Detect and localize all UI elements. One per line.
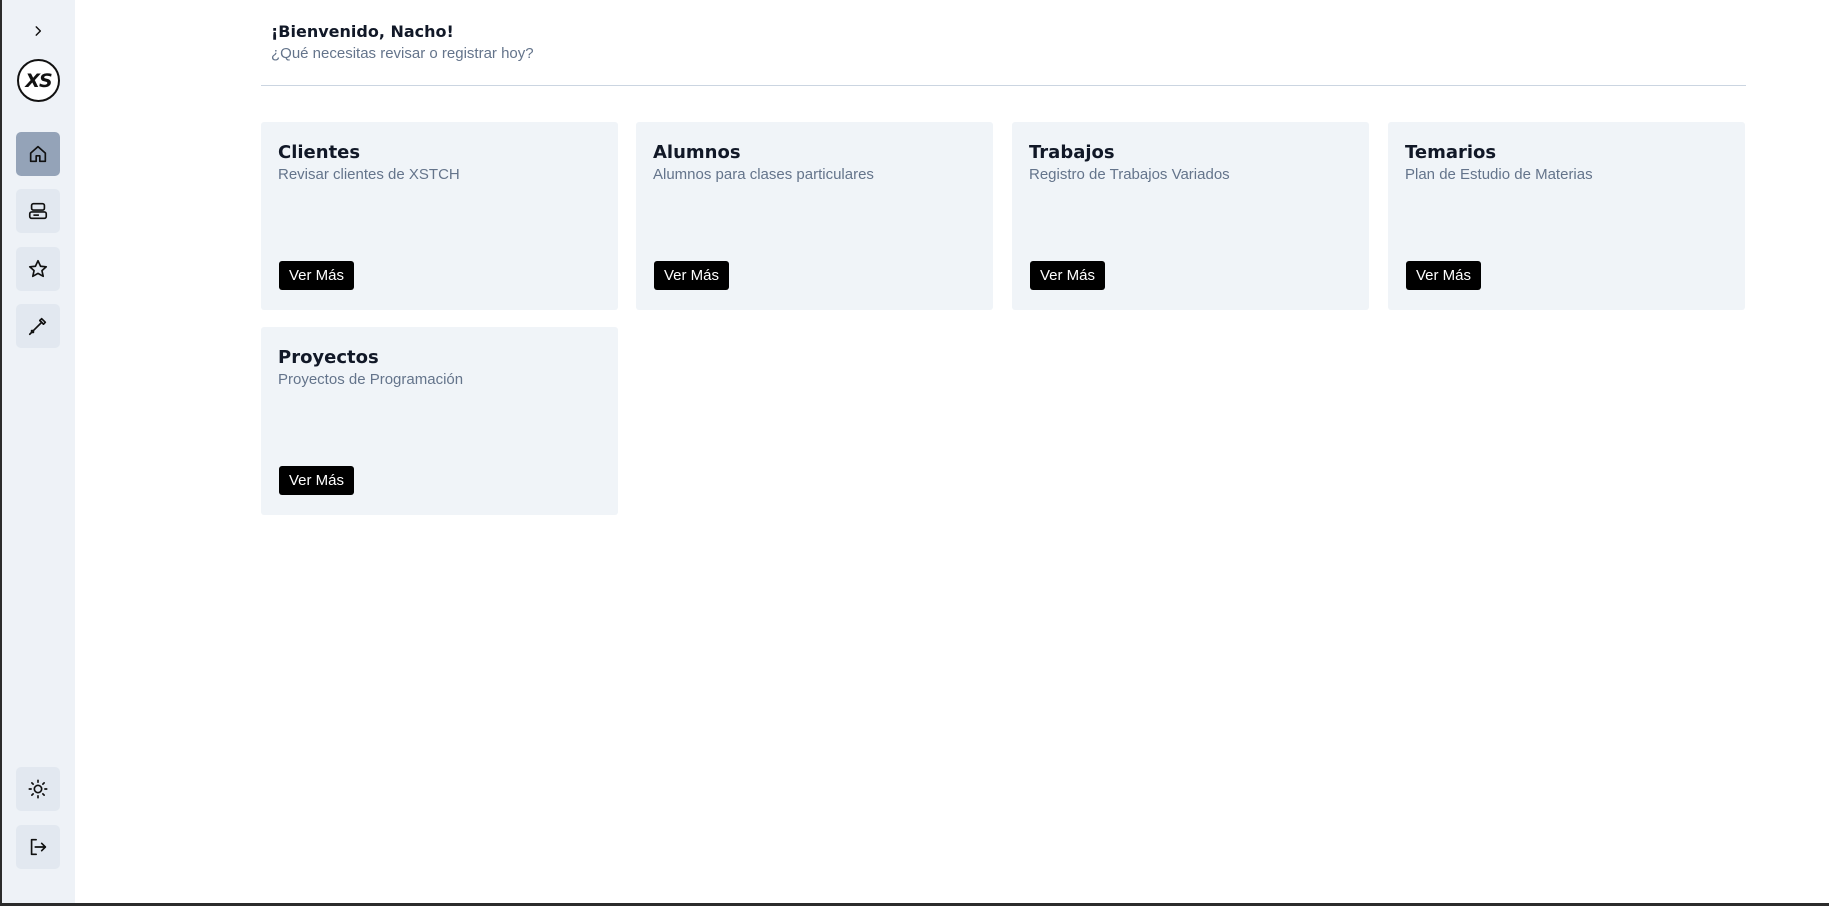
sun-icon (28, 779, 48, 799)
ver-mas-trabajos-button[interactable]: Ver Más (1030, 261, 1106, 290)
expand-sidebar-button[interactable] (26, 19, 50, 43)
server-icon (28, 202, 48, 220)
card-description: Revisar clientes de XSTCH (278, 166, 460, 183)
eyedropper-icon (28, 317, 47, 336)
card-proyectos: Proyectos Proyectos de Programación Ver … (261, 327, 618, 515)
welcome-header: ¡Bienvenido, Nacho! ¿Qué necesitas revis… (271, 22, 534, 62)
card-description: Proyectos de Programación (278, 371, 464, 388)
card-description: Plan de Estudio de Materias (1405, 166, 1593, 183)
welcome-subtitle: ¿Qué necesitas revisar o registrar hoy? (271, 45, 534, 62)
card-temarios: Temarios Plan de Estudio de Materias Ver… (1388, 122, 1745, 310)
logout-icon (30, 838, 47, 856)
star-icon (28, 259, 48, 278)
header-divider (261, 85, 1746, 86)
card-title: Temarios (1405, 142, 1497, 163)
ver-mas-alumnos-button[interactable]: Ver Más (654, 261, 730, 290)
card-description: Alumnos para clases particulares (653, 166, 874, 183)
home-icon (29, 145, 47, 163)
card-title: Trabajos (1029, 142, 1115, 163)
nav-favorites-button[interactable] (16, 247, 60, 291)
card-clientes: Clientes Revisar clientes de XSTCH Ver M… (261, 122, 618, 310)
theme-toggle-button[interactable] (16, 767, 60, 811)
ver-mas-proyectos-button[interactable]: Ver Más (279, 466, 355, 495)
sidebar: XS (2, 0, 75, 903)
nav-tools-button[interactable] (16, 304, 60, 348)
ver-mas-temarios-button[interactable]: Ver Más (1406, 261, 1482, 290)
card-description: Registro de Trabajos Variados (1029, 166, 1230, 183)
card-title: Alumnos (653, 142, 741, 163)
nav-server-button[interactable] (16, 189, 60, 233)
logout-button[interactable] (16, 825, 60, 869)
app-window: XS ¡Bienvenido, Nacho! ¿Qué necesitas re… (0, 0, 1829, 903)
card-title: Clientes (278, 142, 361, 163)
welcome-title: ¡Bienvenido, Nacho! (271, 22, 454, 41)
card-trabajos: Trabajos Registro de Trabajos Variados V… (1012, 122, 1369, 310)
chevron-right-icon (35, 26, 42, 36)
app-logo: XS (17, 59, 60, 102)
nav-home-button[interactable] (16, 132, 60, 176)
card-alumnos: Alumnos Alumnos para clases particulares… (636, 122, 993, 310)
logo-text: XS (25, 69, 52, 92)
ver-mas-clientes-button[interactable]: Ver Más (279, 261, 355, 290)
card-title: Proyectos (278, 347, 379, 368)
